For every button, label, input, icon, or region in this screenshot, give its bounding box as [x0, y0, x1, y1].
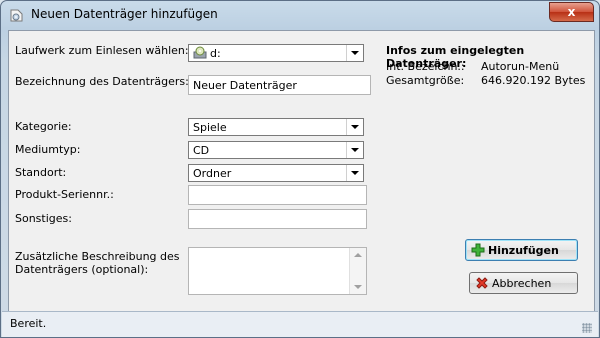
cancel-button-label: Abbrechen	[492, 277, 552, 290]
serial-label: Produkt-Seriennr.:	[15, 188, 114, 201]
green-plus-icon	[471, 243, 485, 257]
category-label: Kategorie:	[15, 120, 72, 133]
status-text: Bereit.	[10, 317, 47, 330]
description-label-line1: Zusätzliche Beschreibung des	[15, 250, 180, 263]
title-bar[interactable]: Neuen Datenträger hinzufügen x	[1, 1, 600, 29]
chevron-down-icon[interactable]	[346, 119, 363, 135]
add-button-label: Hinzufügen	[488, 244, 559, 257]
description-scrollbar[interactable]	[349, 248, 366, 294]
name-value: Neuer Datenträger	[193, 79, 297, 92]
dialog-client-area: Laufwerk zum Einlesen wählen: d: Bezeich…	[8, 30, 595, 312]
name-label: Bezeichnung des Datenträgers:	[15, 75, 189, 88]
window-title: Neuen Datenträger hinzufügen	[31, 7, 218, 21]
location-label: Standort:	[15, 166, 67, 179]
disc-add-icon	[9, 7, 25, 23]
cancel-button[interactable]: Abbrechen	[469, 272, 578, 294]
scroll-down-icon[interactable]	[354, 285, 362, 289]
description-label-line2: Datenträgers (optional):	[15, 263, 149, 276]
chevron-down-icon[interactable]	[346, 142, 363, 158]
total-size-label: Gesamtgröße:	[386, 74, 465, 87]
dialog-window: Neuen Datenträger hinzufügen x Laufwerk …	[0, 0, 600, 338]
drive-label: Laufwerk zum Einlesen wählen:	[15, 44, 189, 57]
name-input[interactable]: Neuer Datenträger	[188, 75, 371, 95]
chevron-down-icon[interactable]	[346, 165, 363, 181]
drive-value: d:	[210, 47, 221, 60]
serial-input[interactable]	[188, 185, 367, 205]
close-button[interactable]: x	[549, 2, 594, 22]
category-value: Spiele	[193, 121, 227, 134]
red-x-icon	[475, 276, 489, 290]
scroll-up-icon[interactable]	[354, 253, 362, 257]
cd-drive-icon	[193, 46, 207, 60]
add-button[interactable]: Hinzufügen	[465, 239, 578, 261]
resize-grip-icon[interactable]	[582, 323, 592, 333]
chevron-down-icon[interactable]	[346, 45, 363, 61]
total-size-value: 646.920.192 Bytes	[481, 74, 586, 87]
category-select[interactable]: Spiele	[188, 118, 364, 136]
location-select[interactable]: Ordner	[188, 164, 364, 182]
drive-select[interactable]: d:	[188, 44, 364, 62]
mediatype-select[interactable]: CD	[188, 141, 364, 159]
misc-label: Sonstiges:	[15, 212, 72, 225]
misc-input[interactable]	[188, 209, 367, 229]
location-value: Ordner	[193, 167, 232, 180]
mediatype-label: Mediumtyp:	[15, 143, 81, 156]
description-textarea[interactable]	[188, 247, 367, 295]
mediatype-value: CD	[193, 144, 210, 157]
status-bar: Bereit.	[2, 311, 598, 337]
int-name-label: Int. Bezeichn.:	[386, 60, 465, 73]
int-name-value: Autorun-Menü	[481, 60, 560, 73]
